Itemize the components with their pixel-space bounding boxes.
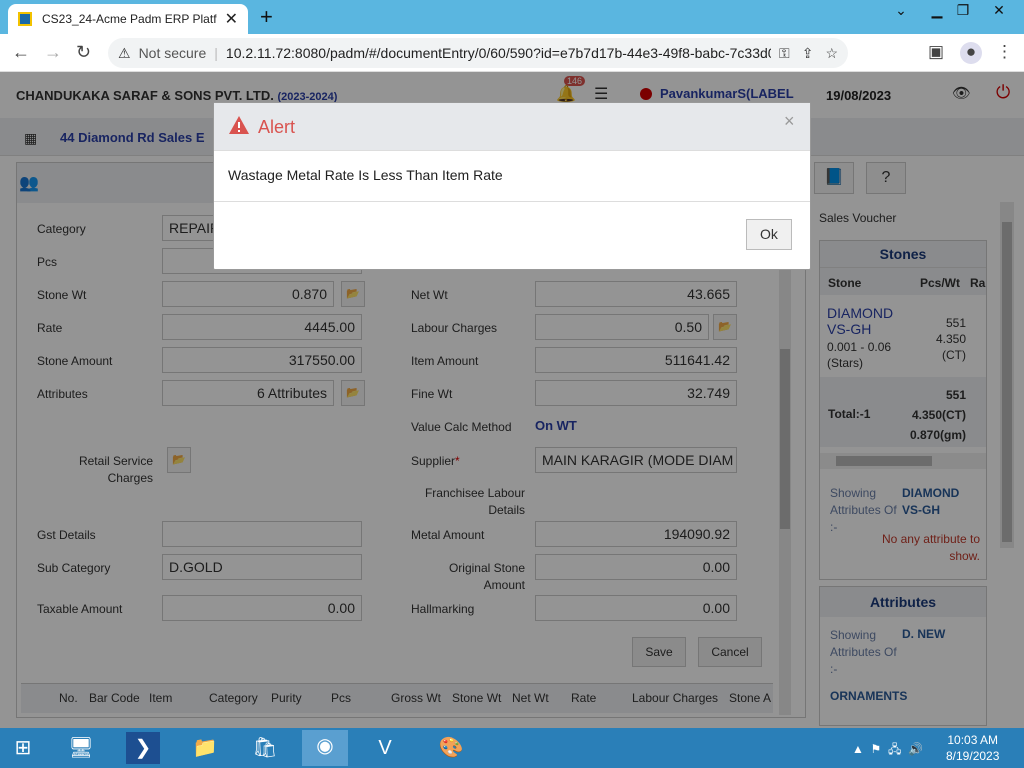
url-text: 10.2.11.72:8080/padm/#/documentEntry/0/6… [225, 45, 772, 61]
store-icon[interactable]: 🛍 [248, 732, 282, 764]
site-favicon-icon [18, 12, 32, 26]
tab-search-icon[interactable]: ⌄ [886, 0, 916, 22]
warning-icon [229, 116, 249, 134]
start-icon[interactable]: ⊞ [6, 732, 40, 764]
alert-message: Wastage Metal Rate Is Less Than Item Rat… [228, 167, 503, 183]
close-tab-icon[interactable]: ✕ [225, 9, 238, 29]
close-icon[interactable]: × [784, 111, 795, 132]
key-icon[interactable]: ⚿ [779, 45, 790, 62]
close-window-icon[interactable]: ✕ [984, 0, 1014, 22]
alert-footer-divider [214, 201, 810, 202]
paint-icon[interactable]: 🎨 [434, 732, 468, 764]
profile-icon[interactable]: ● [960, 42, 982, 64]
url-omnibox[interactable]: ⚠ Not secure | 10.2.11.72:8080/padm/#/do… [108, 38, 848, 68]
browser-tab[interactable]: CS23_24-Acme Padm ERP Platfor ✕ [8, 4, 248, 34]
system-tray[interactable]: ▲ ⚑ 🖧 🔊 [852, 740, 923, 761]
powershell-icon[interactable]: ❯ [126, 732, 160, 764]
star-icon[interactable]: ☆ [825, 45, 838, 62]
warning-icon: ⚠ [118, 44, 131, 61]
share-icon[interactable]: ⇪ [802, 45, 814, 62]
clock-date: 8/19/2023 [946, 749, 1000, 763]
new-tab-icon[interactable]: + [260, 4, 273, 30]
file-explorer-icon[interactable]: 📁 [188, 732, 222, 764]
back-icon[interactable]: ← [12, 42, 30, 63]
sidebar-icon[interactable]: ▣ [928, 42, 944, 62]
server-manager-icon[interactable]: 🖥 [64, 732, 98, 764]
browser-tab-strip: CS23_24-Acme Padm ERP Platfor ✕ + ⌄ ▁ ❐ … [0, 0, 1024, 34]
ok-button[interactable]: Ok [746, 219, 792, 250]
menu-icon[interactable]: ⋮ [996, 42, 1013, 62]
clock-time: 10:03 AM [947, 733, 999, 747]
alert-dialog: Alert × Wastage Metal Rate Is Less Than … [213, 102, 811, 270]
restore-icon[interactable]: ❐ [948, 0, 978, 22]
tab-title: CS23_24-Acme Padm ERP Platfor [42, 12, 217, 26]
vs-code-icon[interactable]: V [368, 732, 402, 764]
reload-icon[interactable]: ↻ [76, 42, 91, 63]
alert-header: Alert × [214, 103, 810, 151]
chrome-icon[interactable]: ◉ [302, 730, 348, 766]
forward-icon[interactable]: → [44, 42, 62, 63]
not-secure-label: Not secure [138, 45, 207, 61]
address-bar-row: ← → ↻ ⚠ Not secure | 10.2.11.72:8080/pad… [0, 34, 1024, 72]
alert-title: Alert [258, 117, 296, 137]
clock[interactable]: 10:03 AM 8/19/2023 [946, 732, 999, 764]
windows-taskbar: ⊞ 🖥 ❯ 📁 🛍 ◉ V 🎨 ▲ ⚑ 🖧 🔊 10:03 AM 8/19/20… [0, 728, 1024, 768]
